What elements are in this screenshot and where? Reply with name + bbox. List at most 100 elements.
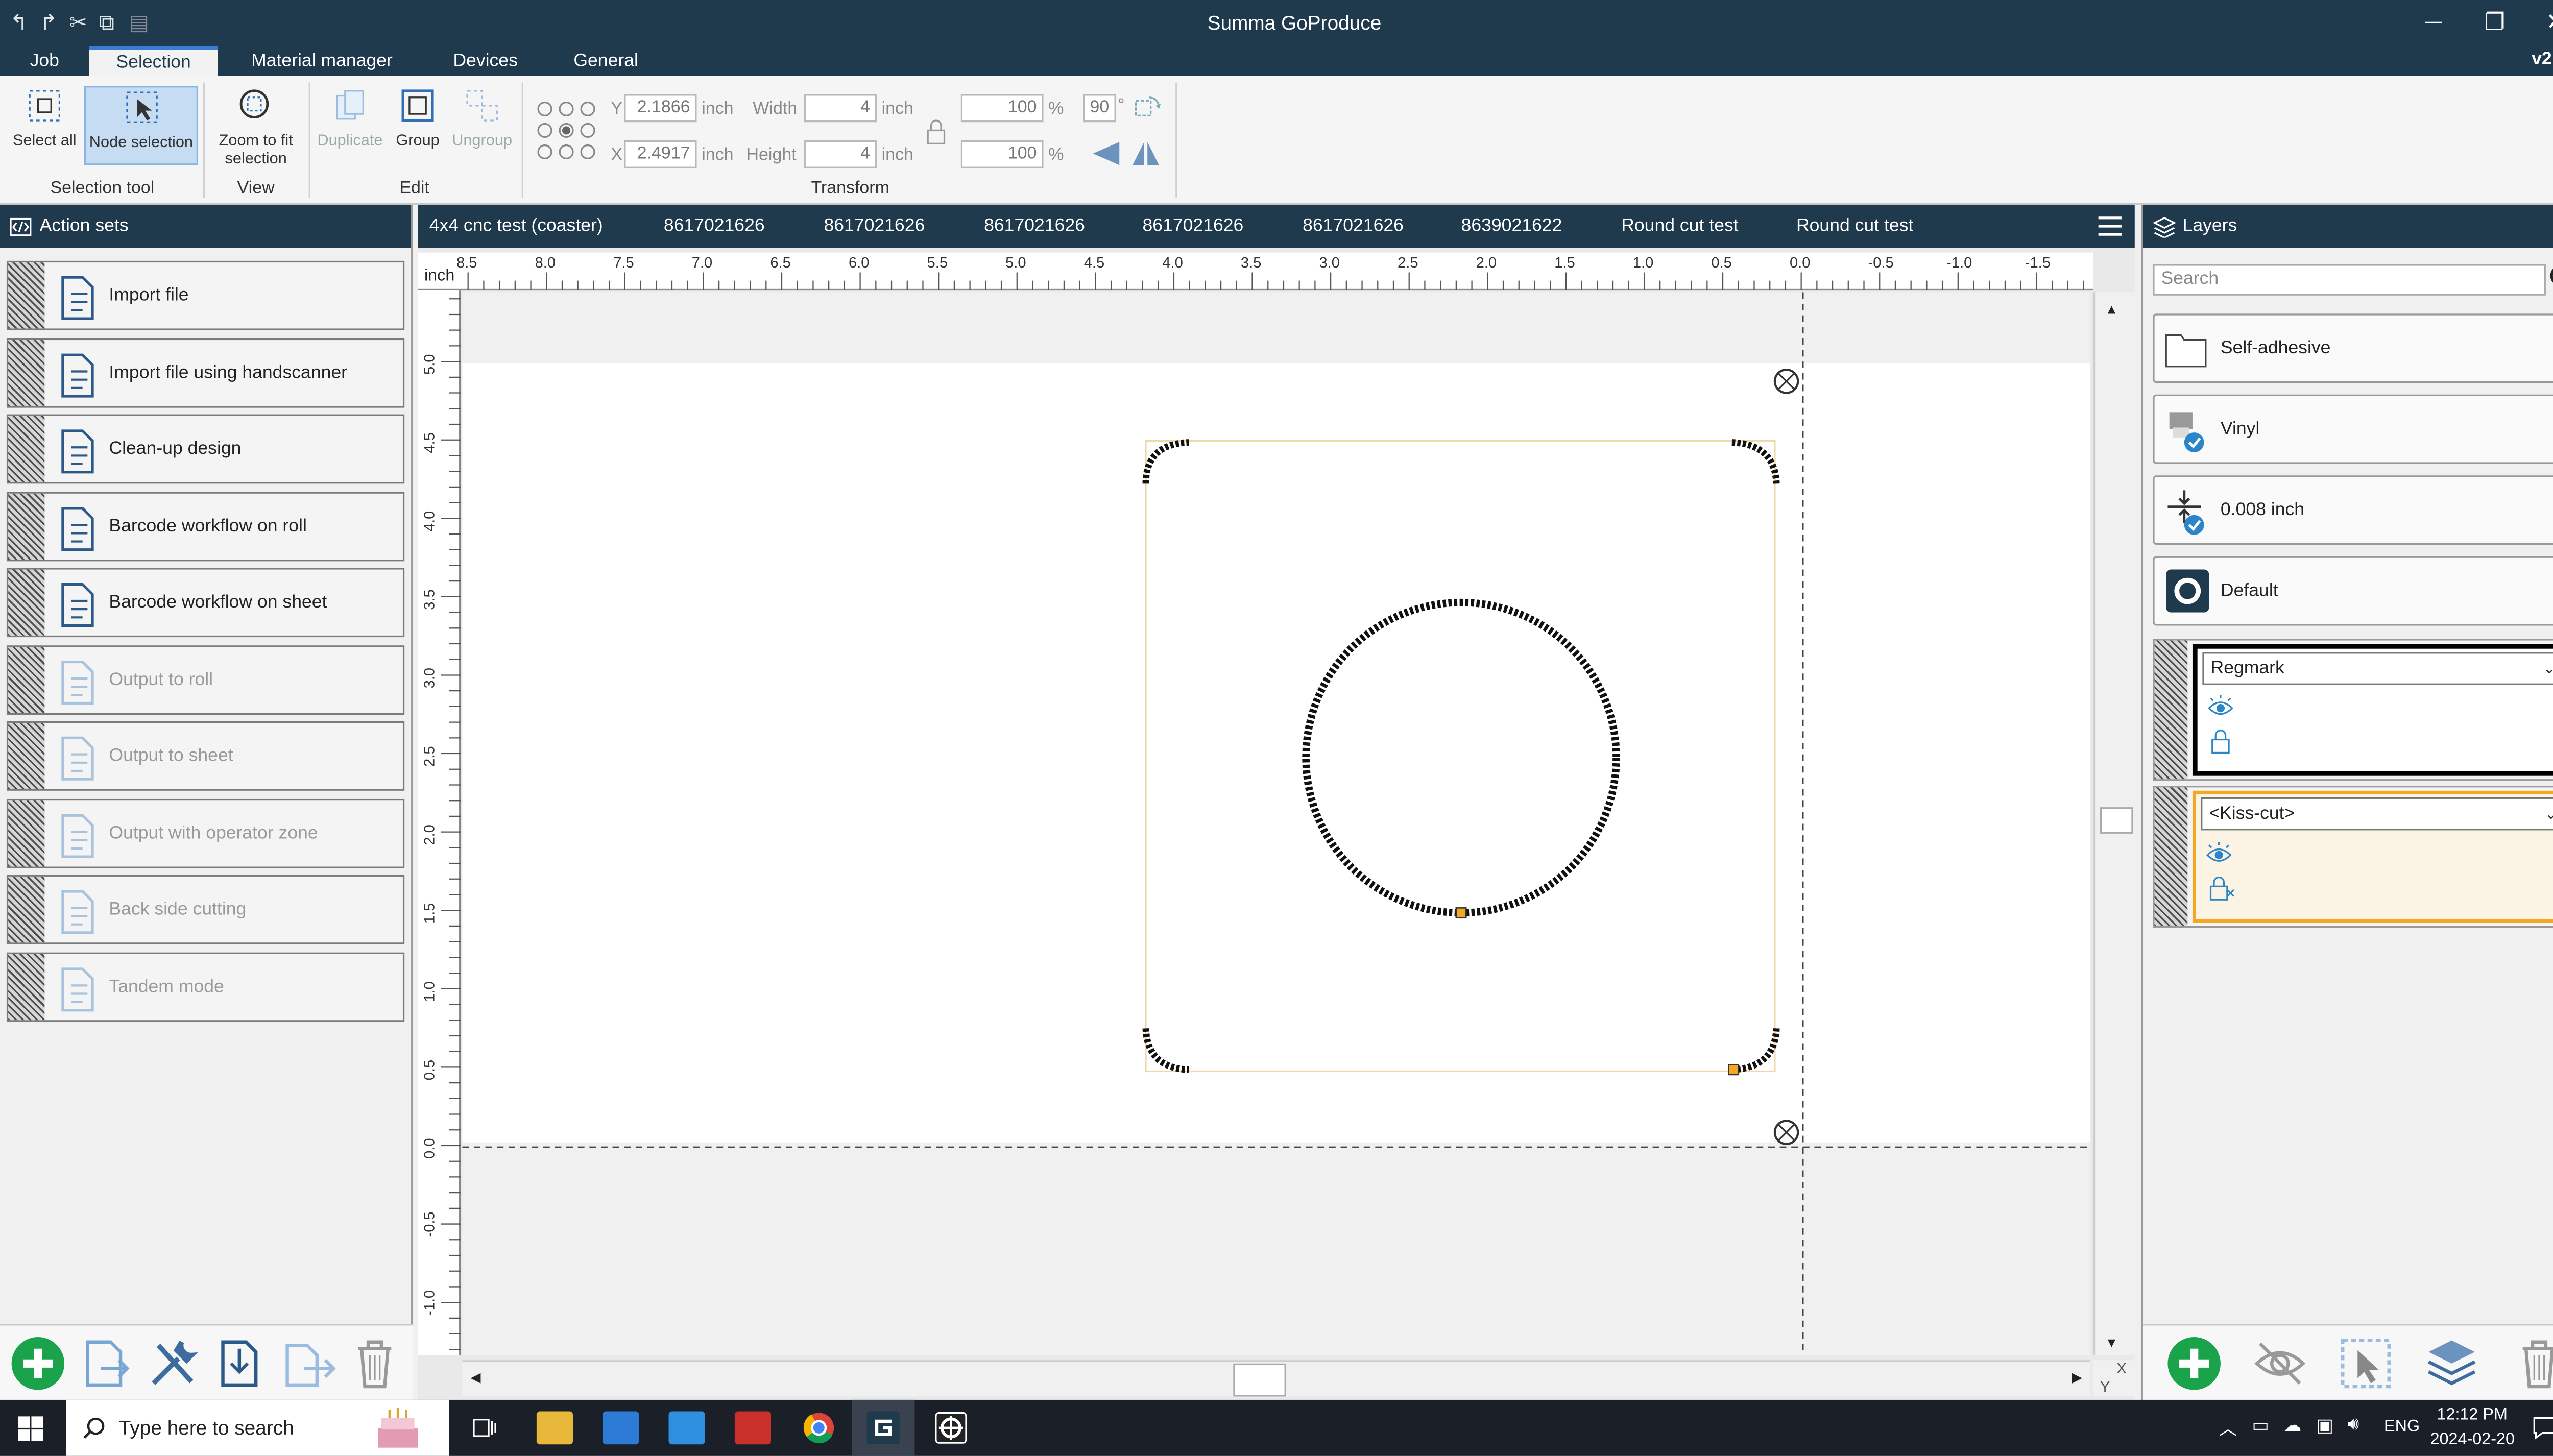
corner-top-left[interactable] (1142, 439, 1189, 484)
mirror-vertical-icon[interactable] (1129, 139, 1163, 168)
material-dropdown[interactable]: Vinyl ⌄ (2153, 394, 2553, 464)
scroll-left-arrow-icon[interactable]: ◀ (471, 1370, 481, 1385)
rotate-icon[interactable] (1133, 92, 1162, 122)
mirror-horizontal-icon[interactable] (1090, 139, 1123, 168)
regmark-top-right[interactable] (1773, 369, 1799, 394)
microsoft-store-icon[interactable] (603, 1411, 639, 1445)
select-all-button[interactable]: Select all (7, 86, 83, 165)
action-drag-handle[interactable] (8, 723, 45, 789)
height-input[interactable]: 4 (804, 140, 877, 168)
doc-tab[interactable]: 4x4 cnc test (coaster) (429, 205, 603, 248)
eye-icon[interactable] (2206, 842, 2232, 868)
action-item[interactable]: Output with operator zone (6, 798, 405, 868)
scroll-up-arrow-icon[interactable]: ▲ (2105, 302, 2118, 317)
doc-tab[interactable]: Round cut test (1621, 205, 1738, 248)
vertical-scroll-thumb[interactable] (2100, 807, 2133, 834)
material-category-dropdown[interactable]: Self-adhesive ⌄ (2153, 313, 2553, 383)
file-explorer-icon[interactable] (536, 1411, 573, 1445)
tab-selection[interactable]: Selection (89, 46, 218, 76)
action-item[interactable]: Clean-up design (6, 414, 405, 484)
scale-height-input[interactable]: 100 (960, 140, 1044, 168)
action-drag-handle[interactable] (8, 953, 45, 1020)
scroll-down-arrow-icon[interactable]: ▼ (2105, 1336, 2118, 1350)
action-drag-handle[interactable] (8, 339, 45, 405)
close-button[interactable]: ✕ (2539, 8, 2553, 36)
layer-drag-handle[interactable] (2154, 640, 2188, 780)
regmark-bottom-right[interactable] (1773, 1120, 1799, 1145)
action-item[interactable]: Output to roll (6, 644, 405, 714)
acrobat-icon[interactable] (734, 1411, 771, 1445)
ungroup-button[interactable]: Ungroup (449, 86, 515, 165)
corner-top-right[interactable] (1731, 439, 1780, 484)
doc-tab[interactable]: 8617021626 (824, 205, 925, 248)
action-item[interactable]: Tandem mode (6, 952, 405, 1021)
action-item[interactable]: Back side cutting (6, 875, 405, 944)
delete-action-set-icon[interactable] (348, 1336, 401, 1392)
corner-bottom-left[interactable] (1142, 1028, 1189, 1073)
add-action-set-icon[interactable] (10, 1336, 66, 1392)
layer-search-input[interactable]: Search (2153, 264, 2546, 296)
doc-tab[interactable]: 8639021622 (1461, 205, 1562, 248)
duplicate-button[interactable]: Duplicate (314, 86, 386, 165)
minimize-button[interactable]: ─ (2417, 8, 2450, 35)
task-view-icon[interactable] (472, 1416, 499, 1439)
tab-devices[interactable]: Devices (439, 46, 532, 76)
action-item[interactable]: Barcode workflow on roll (6, 491, 405, 561)
tray-network-icon[interactable]: ▣ (2316, 1415, 2333, 1436)
design-workspace[interactable] (462, 292, 2090, 1355)
mail-icon[interactable] (668, 1411, 705, 1445)
profile-dropdown[interactable]: Default ⌄ (2153, 556, 2553, 626)
vertical-scrollbar[interactable]: ▲ ▼ (2093, 292, 2135, 1355)
doc-tab[interactable]: 8617021626 (664, 205, 765, 248)
x-position-input[interactable]: 2.4917 (624, 140, 697, 168)
tab-general[interactable]: General (561, 46, 651, 76)
tray-meet-icon[interactable]: ▭ (2252, 1415, 2269, 1436)
add-layer-icon[interactable] (2166, 1336, 2222, 1392)
action-drag-handle[interactable] (8, 876, 45, 943)
action-drag-handle[interactable] (8, 493, 45, 559)
width-input[interactable]: 4 (804, 94, 877, 123)
action-item[interactable]: Import file (6, 260, 405, 330)
layer-kiss-cut-select[interactable]: <Kiss-cut> ⌄ (2201, 797, 2553, 831)
tray-chevron-up-icon[interactable]: ︿ (2219, 1415, 2237, 1441)
search-icon[interactable] (2549, 264, 2553, 294)
scroll-right-arrow-icon[interactable]: ▶ (2072, 1370, 2082, 1385)
merge-layers-icon[interactable] (2424, 1336, 2480, 1392)
design-canvas[interactable] (462, 292, 2090, 1355)
tray-time[interactable]: 12:12 PM (2437, 1406, 2507, 1425)
eye-icon[interactable] (2207, 695, 2234, 721)
action-item[interactable]: Import file using handscanner (6, 337, 405, 407)
action-drag-handle[interactable] (8, 569, 45, 636)
group-button[interactable]: Group (390, 86, 446, 165)
selected-node[interactable] (1455, 907, 1467, 919)
birthday-cake-icon[interactable] (370, 1405, 426, 1451)
tab-material-manager[interactable]: Material manager (241, 46, 403, 76)
action-item[interactable]: Barcode workflow on sheet (6, 568, 405, 638)
layer-regmark[interactable]: Regmark ⌄ (2153, 639, 2553, 781)
summa-app-icon[interactable] (933, 1412, 969, 1445)
windows-start-icon[interactable] (18, 1416, 43, 1441)
node-selection-button[interactable]: Node selection (84, 86, 199, 165)
hide-layer-icon[interactable] (2252, 1336, 2308, 1392)
action-item[interactable]: Output to sheet (6, 721, 405, 791)
lock-icon[interactable] (2206, 875, 2235, 902)
doc-tab[interactable]: Round cut test (1796, 205, 1913, 248)
zoom-to-fit-selection-button[interactable]: Zoom to fit selection (208, 86, 304, 168)
tray-date[interactable]: 2024-02-20 (2430, 1431, 2515, 1449)
rounded-corners[interactable] (1142, 439, 1780, 1073)
action-drag-handle[interactable] (8, 799, 45, 866)
layer-drag-handle[interactable] (2154, 787, 2188, 926)
selected-node[interactable] (1728, 1064, 1740, 1076)
scale-width-input[interactable]: 100 (960, 94, 1044, 123)
restore-button[interactable]: ❐ (2478, 8, 2511, 36)
duplicate-action-set-icon[interactable] (281, 1336, 337, 1392)
tray-language[interactable]: ENG (2384, 1418, 2420, 1436)
tray-volume-icon[interactable]: 🔊︎ (2348, 1415, 2359, 1436)
tray-cloud-icon[interactable]: ☁ (2283, 1415, 2302, 1436)
hamburger-menu-icon[interactable] (2097, 214, 2123, 237)
goproduce-task-active[interactable] (852, 1399, 915, 1456)
select-layer-objects-icon[interactable] (2338, 1336, 2394, 1392)
doc-tab[interactable]: 8617021626 (1303, 205, 1404, 248)
rotation-input[interactable]: 90 (1083, 94, 1116, 123)
kiss-cut-outline[interactable] (1145, 440, 1776, 1073)
